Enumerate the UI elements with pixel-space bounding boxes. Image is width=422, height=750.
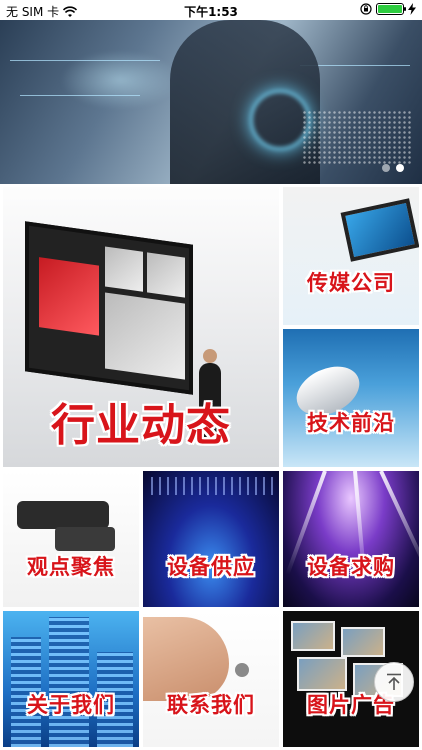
camera-image xyxy=(17,501,109,529)
carousel-indicator[interactable] xyxy=(382,164,404,172)
tile-industry-news[interactable]: 行业动态 xyxy=(2,186,280,468)
tile-label: 技术前沿 xyxy=(307,411,395,435)
tile-label: 联系我们 xyxy=(167,693,255,717)
charging-icon xyxy=(408,3,416,15)
headset-mic-image xyxy=(235,663,249,677)
monitor-image xyxy=(340,198,419,262)
tile-tech-frontier[interactable]: 技术前沿 xyxy=(282,328,420,468)
tile-media-company[interactable]: 传媒公司 xyxy=(282,186,420,326)
carousel-dot-active[interactable] xyxy=(396,164,404,172)
tile-label: 观点聚焦 xyxy=(27,555,115,579)
banner-carousel[interactable] xyxy=(0,20,422,184)
tile-equipment-purchase[interactable]: 设备求购 xyxy=(282,470,420,608)
status-bar: 无 SIM 卡 下午1:53 xyxy=(0,0,422,20)
carousel-dot[interactable] xyxy=(382,164,390,172)
status-time: 下午1:53 xyxy=(184,5,238,19)
tile-about-us[interactable]: 关于我们 xyxy=(2,610,140,748)
tile-contact-us[interactable]: 联系我们 xyxy=(142,610,280,748)
status-right xyxy=(360,3,416,15)
billboard-image xyxy=(25,221,193,395)
tile-label: 行业动态 xyxy=(51,400,231,451)
tile-label: 设备求购 xyxy=(307,555,395,579)
tile-equipment-supply[interactable]: 设备供应 xyxy=(142,470,280,608)
back-to-top-button[interactable] xyxy=(374,662,414,702)
tile-label: 设备供应 xyxy=(167,555,255,579)
orientation-lock-icon xyxy=(360,3,372,15)
battery-icon xyxy=(376,3,406,15)
tile-viewpoint-focus[interactable]: 观点聚焦 xyxy=(2,470,140,608)
tile-label: 传媒公司 xyxy=(307,271,395,295)
banner-ring xyxy=(250,90,310,150)
tile-label: 关于我们 xyxy=(27,693,115,717)
arrow-up-icon xyxy=(387,673,401,690)
banner-world-map xyxy=(302,110,412,165)
stage-truss-image xyxy=(151,477,273,495)
